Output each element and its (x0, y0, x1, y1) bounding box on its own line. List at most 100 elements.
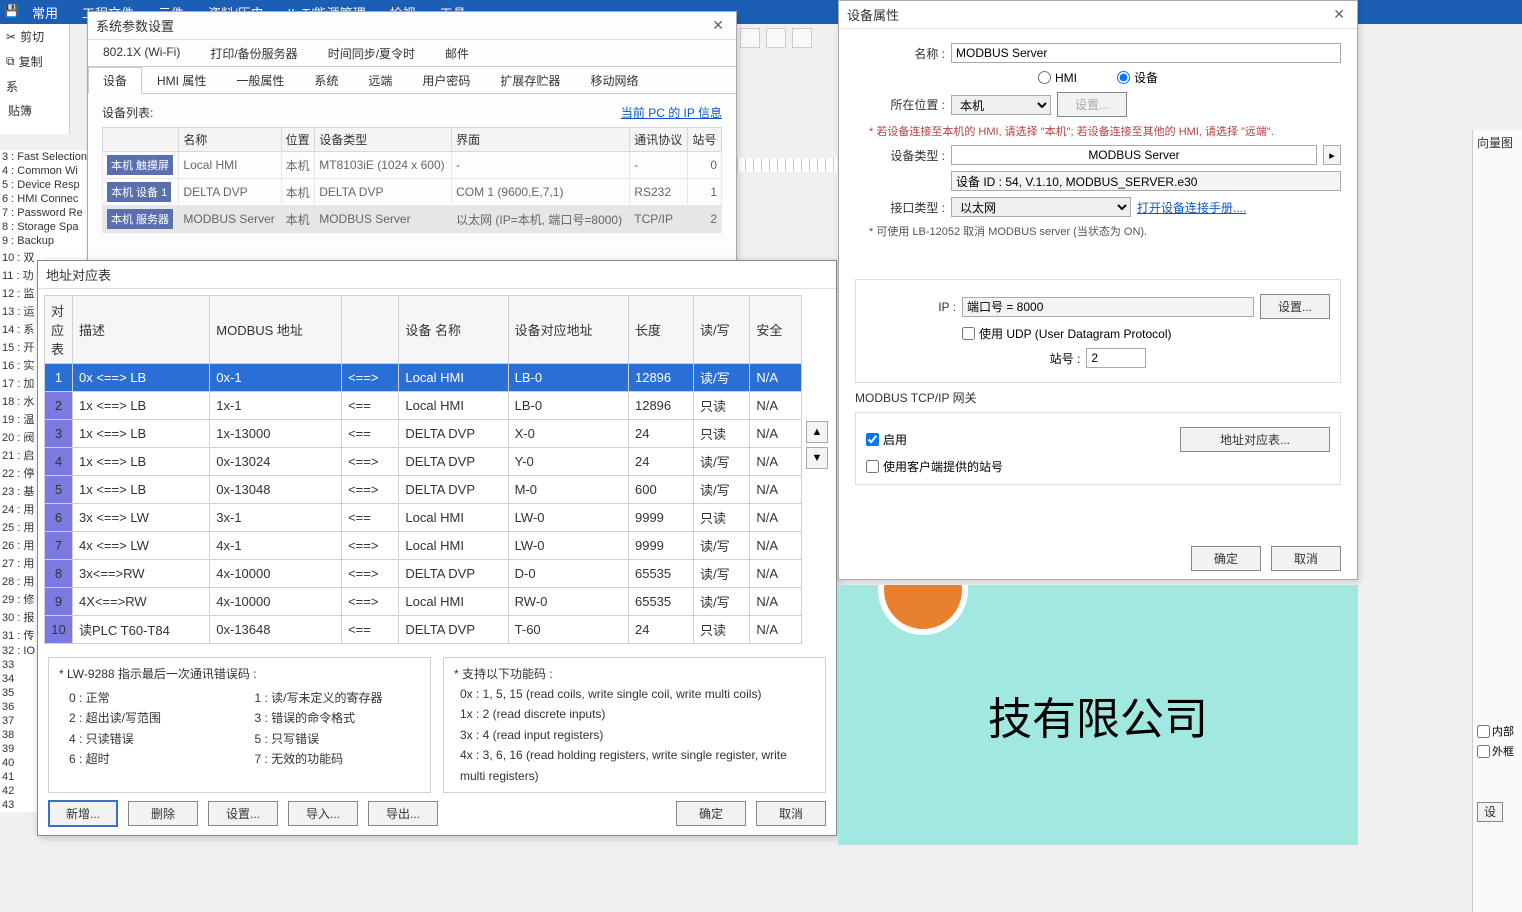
sys-tab[interactable]: 打印/备份服务器 (195, 40, 312, 66)
addr-col-header[interactable]: 描述 (73, 296, 210, 364)
ok-button[interactable]: 确定 (676, 801, 746, 826)
device-row[interactable]: 本机 触摸屏Local HMI本机MT8103iE (1024 x 600)--… (103, 152, 722, 179)
device-row[interactable]: 本机 服务器MODBUS Server本机MODBUS Server以太网 (I… (103, 206, 722, 233)
device-col-header[interactable]: 名称 (179, 128, 281, 152)
settings-button[interactable]: 设置... (208, 801, 278, 826)
move-up-button[interactable]: ▲ (806, 421, 828, 443)
dev-dialog-titlebar[interactable]: 设备属性 ✕ (839, 1, 1357, 29)
logo-shape (878, 585, 968, 635)
device-col-header[interactable]: 界面 (452, 128, 630, 152)
sys-tab[interactable]: 移动网络 (575, 67, 653, 93)
addr-col-header[interactable]: 长度 (628, 296, 693, 364)
radio-device[interactable]: 设备 (1117, 69, 1158, 86)
window-list-item[interactable]: 4 : Common Wi (0, 164, 99, 178)
window-list-item[interactable]: 6 : HMI Connec (0, 192, 99, 206)
vector-panel: 向量图 内部 外框 设 (1472, 130, 1522, 912)
copy-button[interactable]: ⧉复制 (0, 49, 69, 74)
interface-label: 接口类型 : (855, 199, 945, 216)
toolbar-icons (740, 28, 812, 48)
addr-row[interactable]: 63x <==> LW3x-1<==Local HMILW-09999只读N/A (45, 504, 802, 532)
gateway-enable-checkbox[interactable]: 启用 (866, 431, 907, 448)
location-label: 所在位置 : (855, 96, 945, 113)
addr-row[interactable]: 83x<==>RW4x-10000<==>DELTA DVPD-065535读/… (45, 560, 802, 588)
ok-button[interactable]: 确定 (1191, 546, 1261, 571)
device-col-header[interactable] (103, 128, 179, 152)
sys-tab[interactable]: 802.1X (Wi-Fi) (88, 40, 195, 66)
addr-row[interactable]: 74x <==> LW4x-1<==>Local HMILW-09999读/写N… (45, 532, 802, 560)
device-col-header[interactable]: 通讯协议 (630, 128, 688, 152)
address-map-dialog: 地址对应表 对应表描述MODBUS 地址设备 名称设备对应地址长度读/写安全 1… (37, 260, 837, 836)
sys-tab[interactable]: 扩展存贮器 (485, 67, 575, 93)
vector-settings-button[interactable]: 设 (1477, 802, 1503, 822)
cancel-button[interactable]: 取消 (1271, 546, 1341, 571)
sys-tab[interactable]: 一般属性 (221, 67, 299, 93)
menu-common[interactable]: 常用 (20, 3, 70, 22)
ruler (737, 158, 837, 172)
dev-dialog-buttons: 确定 取消 (1191, 546, 1341, 571)
interface-select[interactable]: 以太网 (951, 197, 1131, 217)
name-input[interactable] (951, 43, 1341, 63)
close-icon[interactable]: ✕ (708, 17, 728, 34)
inner-checkbox[interactable]: 内部 (1477, 723, 1518, 739)
window-list-item[interactable]: 9 : Backup (0, 234, 99, 248)
addr-row[interactable]: 41x <==> LB0x-13024<==>DELTA DVPY-024读/写… (45, 448, 802, 476)
new-button[interactable]: 新增... (48, 800, 118, 827)
ip-settings-button[interactable]: 设置... (1260, 294, 1330, 319)
radio-hmi[interactable]: HMI (1038, 71, 1077, 85)
location-select[interactable]: 本机 (951, 95, 1051, 115)
cut-button[interactable]: ✂剪切 (0, 24, 69, 49)
addr-col-header[interactable]: 设备对应地址 (508, 296, 628, 364)
addr-col-header[interactable] (342, 296, 399, 364)
import-button[interactable]: 导入... (288, 801, 358, 826)
udp-checkbox[interactable]: 使用 UDP (User Datagram Protocol) (962, 325, 1172, 342)
addr-row[interactable]: 10x <==> LB0x-1<==>Local HMILB-012896读/写… (45, 364, 802, 392)
device-row[interactable]: 本机 设备 1DELTA DVP本机DELTA DVPCOM 1 (9600,E… (103, 179, 722, 206)
device-col-header[interactable]: 设备类型 (315, 128, 452, 152)
device-col-header[interactable]: 站号 (688, 128, 722, 152)
sys-tab[interactable]: HMI 属性 (142, 67, 221, 93)
cancel-server-note: * 可使用 LB-12052 取消 MODBUS server (当状态为 ON… (869, 223, 1341, 239)
addr-col-header[interactable]: MODBUS 地址 (210, 296, 342, 364)
sys-tab[interactable]: 系统 (299, 67, 353, 93)
address-map-button[interactable]: 地址对应表... (1180, 427, 1330, 452)
device-manual-link[interactable]: 打开设备连接手册.... (1137, 199, 1246, 216)
window-list-item[interactable]: 5 : Device Resp (0, 178, 99, 192)
addr-row[interactable]: 21x <==> LB1x-1<==Local HMILB-012896只读N/… (45, 392, 802, 420)
devtype-browse-button[interactable]: ▸ (1323, 145, 1341, 165)
station-input[interactable] (1086, 348, 1146, 368)
move-down-button[interactable]: ▼ (806, 447, 828, 469)
sys-dialog-title: 系统参数设置 (96, 16, 174, 35)
addr-col-header[interactable]: 对应表 (45, 296, 73, 364)
toolbar-icon-2[interactable] (766, 28, 786, 48)
sys-dialog-titlebar[interactable]: 系统参数设置 ✕ (88, 12, 736, 40)
sys-button[interactable]: 系 (0, 74, 69, 99)
client-station-checkbox[interactable]: 使用客户端提供的站号 (866, 458, 1003, 475)
delete-button[interactable]: 删除 (128, 801, 198, 826)
save-icon[interactable]: 💾 (4, 4, 20, 20)
addr-row[interactable]: 51x <==> LB0x-13048<==>DELTA DVPM-0600读/… (45, 476, 802, 504)
toolbar-icon-1[interactable] (740, 28, 760, 48)
sys-tab[interactable]: 设备 (88, 67, 142, 94)
device-col-header[interactable]: 位置 (281, 128, 315, 152)
sys-tab[interactable]: 时间同步/夏令时 (313, 40, 430, 66)
export-button[interactable]: 导出... (368, 801, 438, 826)
outer-checkbox[interactable]: 外框 (1477, 743, 1518, 759)
sys-tab[interactable]: 远端 (353, 67, 407, 93)
close-icon[interactable]: ✕ (1329, 6, 1349, 23)
addr-col-header[interactable]: 安全 (750, 296, 802, 364)
addr-row[interactable]: 94X<==>RW4x-10000<==>Local HMIRW-065535读… (45, 588, 802, 616)
window-list-item[interactable]: 7 : Password Re (0, 206, 99, 220)
devtype-input[interactable] (951, 145, 1317, 165)
addr-row[interactable]: 31x <==> LB1x-13000<==DELTA DVPX-024只读N/… (45, 420, 802, 448)
sys-tab[interactable]: 邮件 (430, 40, 484, 66)
addr-row[interactable]: 10读PLC T60-T840x-13648<==DELTA DVPT-6024… (45, 616, 802, 644)
cancel-button[interactable]: 取消 (756, 801, 826, 826)
toolbar-icon-3[interactable] (792, 28, 812, 48)
pc-ip-link[interactable]: 当前 PC 的 IP 信息 (621, 104, 722, 121)
sys-tab[interactable]: 用户密码 (407, 67, 485, 93)
addr-col-header[interactable]: 设备 名称 (399, 296, 508, 364)
addr-dialog-titlebar[interactable]: 地址对应表 (38, 261, 836, 289)
window-list-item[interactable]: 8 : Storage Spa (0, 220, 99, 234)
addr-col-header[interactable]: 读/写 (693, 296, 749, 364)
window-list-item[interactable]: 3 : Fast Selection (0, 150, 99, 164)
